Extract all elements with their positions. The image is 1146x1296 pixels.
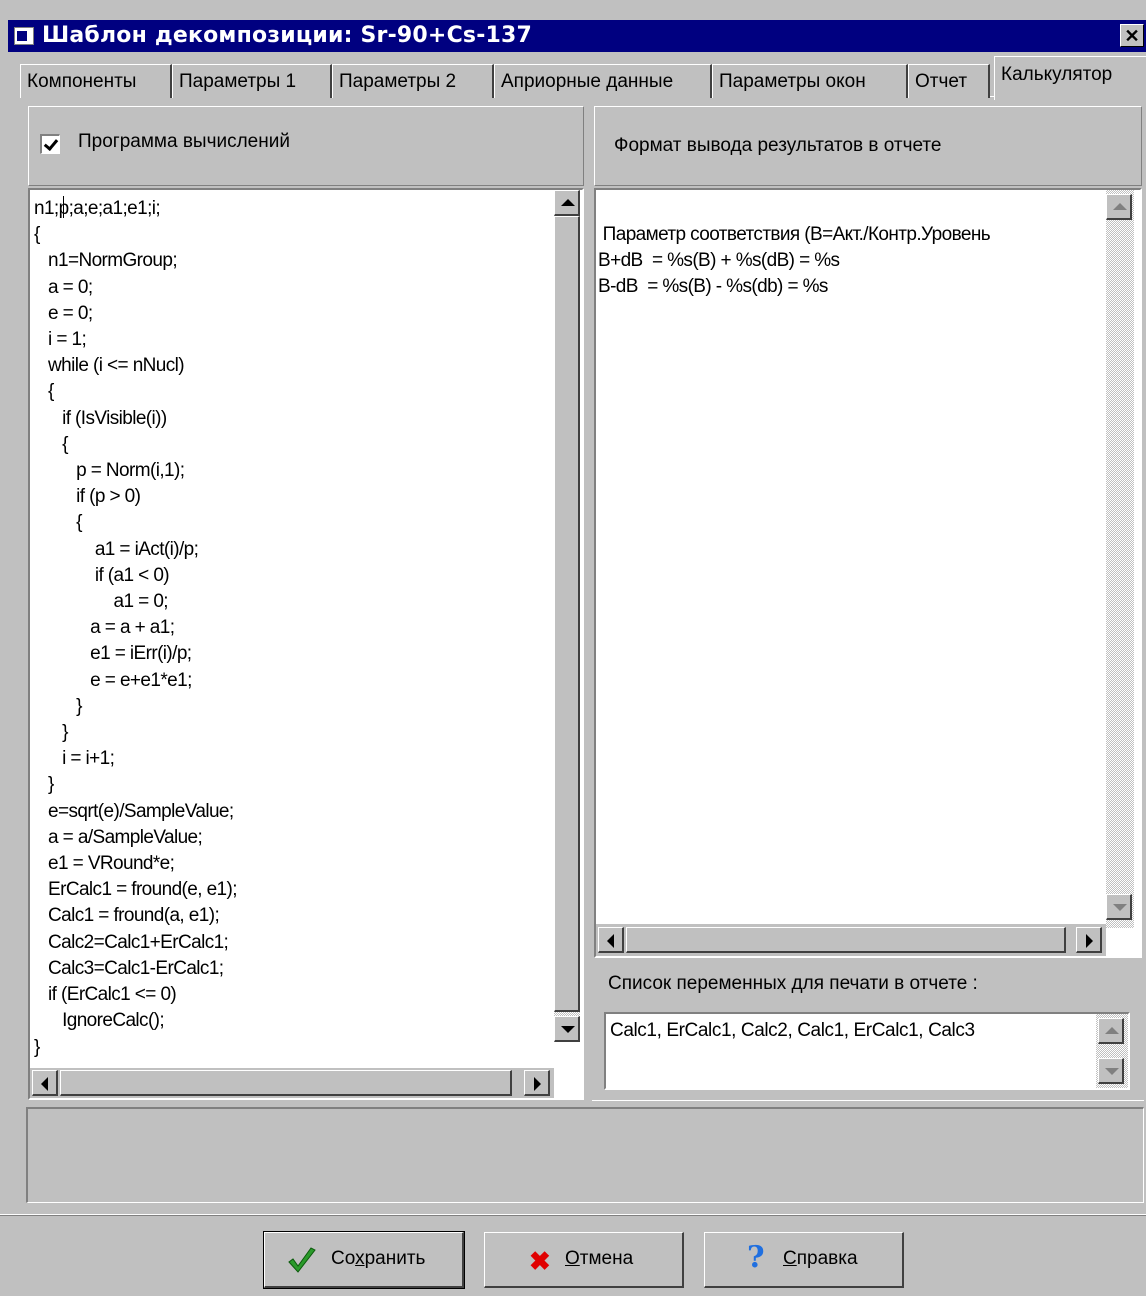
code-vertical-scrollbar[interactable]	[554, 190, 580, 1042]
variables-scroll-up-button[interactable]	[1098, 1018, 1124, 1044]
variables-label: Список переменных для печати в отчете :	[608, 973, 978, 994]
format-horizontal-scrollbar[interactable]	[596, 924, 1106, 956]
app-window-icon[interactable]	[14, 27, 34, 45]
code-horizontal-scrollbar[interactable]	[30, 1068, 554, 1098]
help-button[interactable]: ? Справка	[704, 1232, 904, 1288]
title-bar[interactable]: Шаблон декомпозиции: Sr-90+Cs-137 ✕	[8, 20, 1146, 52]
format-hscroll-thumb[interactable]	[626, 927, 1066, 953]
tab-prior-data[interactable]: Априорные данные	[494, 64, 712, 98]
tab-window-params[interactable]: Параметры окон	[712, 64, 908, 98]
button-bar-divider	[0, 1214, 1146, 1216]
code-scroll-track[interactable]	[554, 1012, 580, 1016]
tab-strip: Компоненты Параметры 1 Параметры 2 Априо…	[20, 56, 1146, 100]
program-checkbox-label[interactable]: Программа вычислений	[78, 131, 290, 153]
variables-value[interactable]: Calc1, ErCalc1, Calc2, Calc1, ErCalc1, C…	[610, 1020, 975, 1042]
save-button[interactable]: Сохранить	[263, 1231, 465, 1289]
program-checkbox[interactable]	[40, 134, 60, 154]
variables-scroll-down-button[interactable]	[1098, 1058, 1124, 1084]
help-button-label: Справка	[783, 1248, 858, 1269]
dialog-window: Шаблон декомпозиции: Sr-90+Cs-137 ✕ Комп…	[0, 0, 1146, 1296]
format-scroll-up-button[interactable]	[1106, 194, 1132, 220]
format-scroll-down-button[interactable]	[1106, 894, 1132, 920]
format-vertical-scrollbar[interactable]	[1106, 190, 1134, 928]
code-scroll-right-button[interactable]	[524, 1070, 550, 1096]
status-area	[26, 1107, 1144, 1203]
cancel-button[interactable]: ✖ Отмена	[484, 1232, 684, 1288]
format-text-editor[interactable]: Параметр соответствия (B=Акт./Контр.Уров…	[594, 188, 1142, 958]
red-x-icon: ✖	[529, 1246, 551, 1276]
format-scroll-left-button[interactable]	[598, 927, 624, 953]
code-scroll-thumb[interactable]	[554, 216, 580, 1012]
program-code-text[interactable]: n1;p;a;e;a1;e1;i; { n1=NormGroup; a = 0;…	[34, 196, 238, 1061]
tab-report[interactable]: Отчет	[908, 64, 990, 98]
window-title: Шаблон декомпозиции: Sr-90+Cs-137	[42, 23, 533, 48]
right-panel-bottom-edge	[592, 1100, 1144, 1102]
green-checkmark-icon	[288, 1247, 316, 1273]
variables-scrollbar[interactable]	[1096, 1014, 1128, 1088]
code-scroll-down-button[interactable]	[554, 1016, 580, 1042]
format-scroll-right-button[interactable]	[1076, 927, 1102, 953]
variables-field[interactable]: Calc1, ErCalc1, Calc2, Calc1, ErCalc1, C…	[604, 1012, 1130, 1090]
tab-calculator[interactable]: Калькулятор	[994, 56, 1146, 100]
save-button-label: Сохранить	[331, 1248, 426, 1269]
format-header-label: Формат вывода результатов в отчете	[614, 135, 942, 156]
program-code-editor[interactable]: n1;p;a;e;a1;e1;i; { n1=NormGroup; a = 0;…	[28, 188, 584, 1100]
code-scroll-up-button[interactable]	[554, 190, 580, 216]
blue-question-icon: ?	[747, 1240, 765, 1275]
tab-params-1[interactable]: Параметры 1	[172, 64, 332, 98]
tab-params-2[interactable]: Параметры 2	[332, 64, 494, 98]
format-text[interactable]: Параметр соответствия (B=Акт./Контр.Уров…	[598, 222, 991, 301]
code-scroll-left-button[interactable]	[32, 1070, 58, 1096]
cancel-button-label: Отмена	[565, 1248, 634, 1269]
close-button[interactable]: ✕	[1120, 24, 1144, 47]
tab-components[interactable]: Компоненты	[20, 64, 172, 98]
text-caret	[63, 196, 64, 218]
code-hscroll-thumb[interactable]	[60, 1070, 512, 1096]
